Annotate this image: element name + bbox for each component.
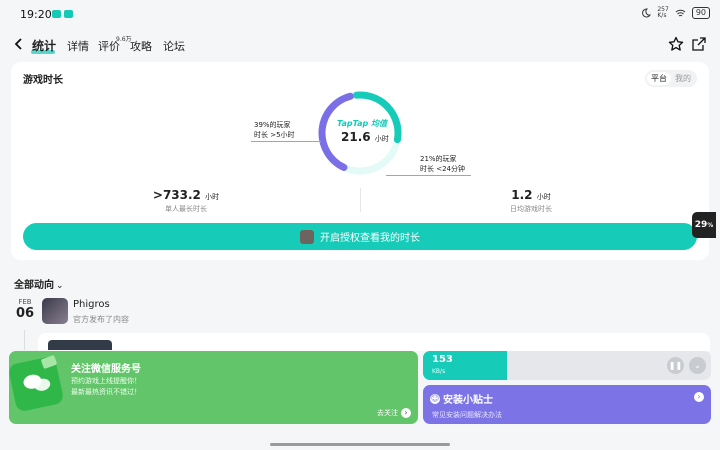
install-tips-title: ☺ 安装小贴士	[430, 393, 493, 406]
status-time: 19:20	[20, 8, 52, 21]
download-speed-card[interactable]: 153 KB/s ❚❚ ⌄	[423, 351, 711, 380]
tab-forum[interactable]: 论坛	[163, 38, 185, 54]
download-speed-unit: KB/s	[432, 368, 446, 375]
metric-daily-playtime: 1.2 小时 日均游戏时长	[510, 188, 552, 213]
status-bar: 19:20 257 K/s 90	[0, 0, 720, 28]
callout-short-play: 21%的玩家 时长 <24分钟	[420, 155, 465, 173]
feed-post-card[interactable]	[38, 333, 710, 351]
floating-percent-badge[interactable]: 29%	[692, 212, 716, 238]
segment-platform[interactable]: 平台	[647, 72, 671, 85]
taptap-average-logo: TapTap 均值	[337, 119, 388, 128]
feed-post-thumbnail	[48, 340, 112, 350]
tab-guides[interactable]: 攻略	[130, 38, 152, 54]
app-notification-icon	[52, 10, 61, 18]
install-tips-subtitle: 常见安装问题解决办法	[432, 411, 502, 419]
star-icon[interactable]	[668, 36, 684, 52]
metric-divider	[360, 188, 361, 212]
callout-line	[251, 141, 321, 142]
follow-button[interactable]: 去关注 ›	[377, 408, 411, 418]
chevron-right-icon: ›	[694, 392, 704, 402]
app-notification-icon	[64, 10, 73, 18]
card-title: 游戏时长	[23, 75, 63, 86]
pause-icon[interactable]: ❚❚	[667, 357, 684, 374]
tab-details[interactable]: 详情	[67, 38, 89, 54]
tips-icon: ☺	[430, 393, 440, 404]
back-icon[interactable]	[12, 36, 26, 52]
callout-long-play: 39%的玩家 时长 >5小时	[254, 121, 295, 139]
platform-mine-toggle[interactable]: 平台 我的	[645, 70, 697, 87]
playtime-stats-card: 游戏时长 平台 我的 TapTap 均值 21.6 小时 39%的玩家 时长 >…	[11, 62, 709, 260]
status-icons: 257 K/s 90	[641, 7, 710, 19]
average-playtime: 21.6 小时	[341, 130, 389, 144]
chevron-right-icon: ›	[401, 408, 411, 418]
top-nav: 统计 详情 评价 9.6万 攻略 论坛	[0, 30, 720, 58]
moon-icon	[642, 8, 652, 18]
chevron-down-icon[interactable]: ⌄	[689, 357, 706, 374]
feed-date: FEB 06	[15, 298, 35, 321]
feed-filter-dropdown[interactable]: 全部动向 ⌄	[14, 276, 64, 291]
wechat-follow-card[interactable]: 关注微信服务号 预约游戏上线提醒你！ 最新最热资讯不错过！ 去关注 ›	[9, 351, 418, 424]
segment-mine[interactable]: 我的	[671, 72, 695, 85]
game-avatar[interactable]	[42, 298, 68, 324]
wechat-line: 预约游戏上线提醒你！	[71, 377, 141, 385]
net-speed: 257 K/s	[657, 6, 669, 19]
game-name[interactable]: Phigros	[73, 299, 110, 310]
home-indicator[interactable]	[270, 443, 450, 446]
wechat-title: 关注微信服务号	[71, 364, 141, 375]
timeline-line	[24, 330, 25, 350]
install-tips-card[interactable]: ☺ 安装小贴士 常见安装问题解决办法 ›	[423, 385, 711, 424]
feed-subtitle: 官方发布了内容	[73, 315, 129, 324]
battery-indicator: 90	[691, 7, 710, 19]
metric-max-playtime: >733.2 小时 单人最长时长	[152, 188, 220, 213]
wechat-line: 最新最热资讯不错过！	[71, 388, 141, 396]
authorize-button[interactable]: 开启授权查看我的时长	[23, 223, 697, 250]
chevron-down-icon: ⌄	[56, 281, 64, 291]
share-icon[interactable]	[691, 36, 707, 52]
tab-stats[interactable]: 统计	[32, 37, 56, 54]
user-avatar	[300, 229, 314, 244]
callout-line	[386, 175, 471, 176]
download-speed-value: 153	[432, 354, 453, 365]
wifi-icon	[675, 9, 686, 16]
